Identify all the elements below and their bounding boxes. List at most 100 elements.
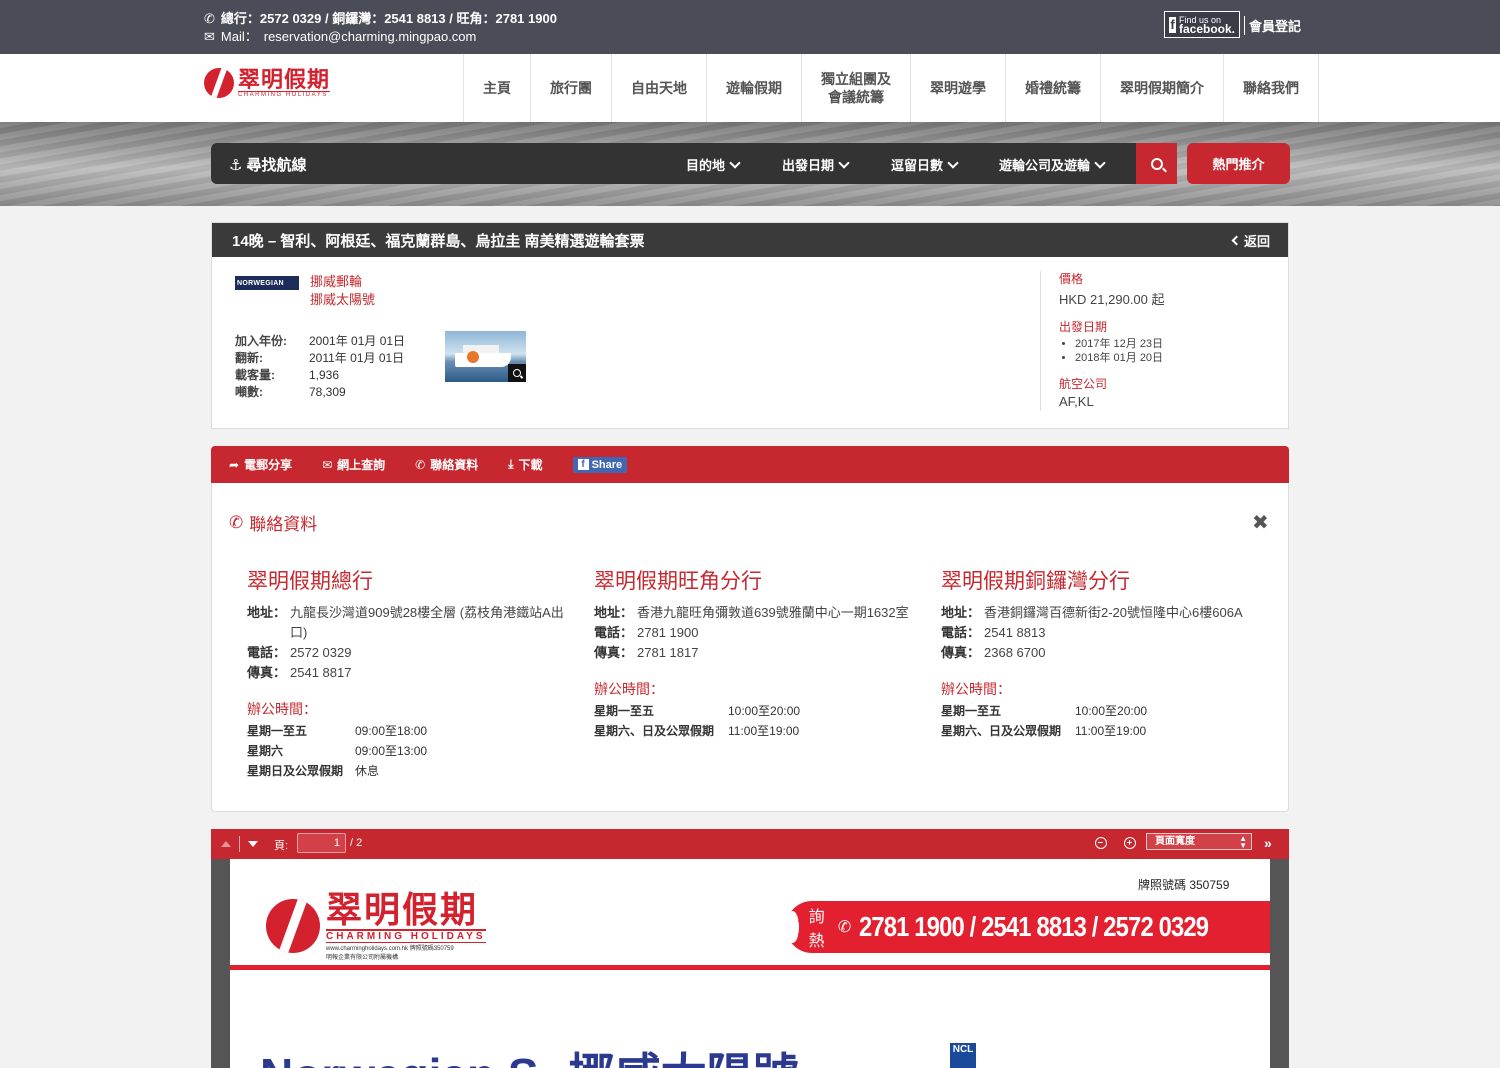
back-button[interactable]: 返回 [1231, 231, 1270, 250]
spec-row: 加入年份: 2001年 01月 01日 [235, 333, 405, 350]
hero-banner: ⚓ 尋找航線 目的地 出發日期 逗留日數 遊輪公司及遊輪 熱門推介 [0, 122, 1500, 206]
spec-key: 加入年份: [235, 334, 287, 348]
facebook-share-button[interactable]: f Share [572, 456, 628, 473]
line-key: 地址： [594, 605, 634, 620]
contact-info-panel: ✆ 聯絡資料 ✖ 翠明假期總行 地址： 九龍長沙灣道909號28樓全層 (荔枝角港… [211, 483, 1289, 812]
branch-line: 傳真： 2541 8817 [247, 663, 567, 683]
mail-link[interactable]: reservation@charming.mingpao.com [264, 28, 477, 46]
line-value: 香港九龍旺角彌敦道639號雅蘭中心一期1632室 [637, 605, 909, 620]
pdf-viewer[interactable]: 翠明假期 CHARMING HOLIDAYS www.charmingholid… [211, 859, 1289, 1068]
line-key: 傳真： [594, 645, 634, 660]
nav-item-free[interactable]: 自由天地 [611, 54, 706, 122]
price-label: 價格 [1059, 272, 1084, 286]
hours-time: 11:00至19:00 [728, 724, 800, 738]
contact-info-button[interactable]: ✆ 聯絡資料 [415, 456, 478, 473]
hours-time: 10:00至20:00 [1075, 704, 1148, 718]
logo-mark-icon [266, 899, 320, 953]
download-label: 下載 [518, 458, 543, 472]
detail-side-info: 價格 HKD 21,290.00 起 出發日期 2017年 12月 23日 20… [1059, 270, 1165, 419]
branch-causeway-bay: 翠明假期銅鑼灣分行 地址： 香港銅鑼灣百德新街2-20號恒隆中心6樓606A 電話… [941, 565, 1261, 741]
nav-item-tours[interactable]: 旅行團 [530, 54, 611, 122]
spec-row: 載客量: 1,936 [235, 367, 405, 384]
spec-value: 78,309 [309, 385, 346, 399]
phone-row: ✆ 總行：2572 0329 / 銅鑼灣：2541 8813 / 旺角：2781… [204, 10, 557, 28]
nav-item-wedding[interactable]: 婚禮統籌 [1005, 54, 1100, 122]
hot-picks-button[interactable]: 熱門推介 [1187, 143, 1290, 184]
nav-item-contact[interactable]: 聯絡我們 [1223, 54, 1319, 122]
online-enquiry-button[interactable]: ✉ 網上查詢 [322, 456, 385, 473]
facebook-icon: f [1169, 16, 1176, 33]
header: 翠明假期 CHARMING HOLIDAYS 主頁 旅行團 自由天地 遊輪假期 … [0, 54, 1500, 122]
ship-thumbnail[interactable] [445, 331, 526, 382]
zoom-select[interactable]: 頁面寬度 ▲ ▼ [1146, 833, 1252, 850]
duration-dropdown[interactable]: 逗留日數 [891, 155, 959, 174]
hours-row: 星期一至五 10:00至20:00 [941, 701, 1261, 721]
spec-key: 噸數: [235, 385, 263, 399]
nav-item-cruise[interactable]: 遊輪假期 [706, 54, 801, 122]
spec-value: 2001年 01月 01日 [309, 334, 406, 348]
line-value: 香港銅鑼灣百德新街2-20號恒隆中心6樓606A [984, 605, 1243, 620]
nav-item-about[interactable]: 翠明假期簡介 [1100, 54, 1223, 122]
destination-label: 目的地 [686, 158, 726, 173]
zoom-out-icon[interactable] [1095, 837, 1107, 849]
hours-day: 星期六 [247, 744, 284, 758]
licence-number: 牌照號碼 350759 [1138, 878, 1230, 892]
line-value: 2781 1900 [637, 625, 699, 640]
departure-date-dropdown[interactable]: 出發日期 [782, 155, 850, 174]
hours-row: 星期六、日及公眾假期 11:00至19:00 [594, 721, 914, 741]
site-logo[interactable]: 翠明假期 CHARMING HOLIDAYS [204, 68, 331, 98]
branch-line: 電話： 2572 0329 [247, 643, 567, 663]
airline-label: 航空公司 [1059, 377, 1108, 391]
hotline-numbers: 2781 1900 / 2541 8813 / 2572 0329 [859, 911, 1209, 942]
cruise-line-link[interactable]: 挪威郵輪 [310, 273, 375, 291]
search-button[interactable] [1136, 143, 1177, 184]
ship-name-link[interactable]: 挪威太陽號 [310, 291, 375, 309]
download-button[interactable]: ⤓ 下載 [508, 456, 542, 473]
line-key: 電話： [941, 625, 981, 640]
price-value: HKD 21,290.00 起 [1059, 292, 1165, 307]
nav-item-study[interactable]: 翠明遊學 [910, 54, 1005, 122]
duration-label: 逗留日數 [891, 158, 944, 173]
departure-dates-list: 2017年 12月 23日 2018年 01月 20日 [1059, 337, 1165, 365]
branch-line: 地址： 香港九龍旺角彌敦道639號雅蘭中心一期1632室 [594, 603, 914, 623]
email-share-label: 電郵分享 [244, 458, 293, 472]
zoom-in-icon[interactable] [1124, 837, 1136, 849]
pdf-headline-zh: 挪威太陽號 [569, 1049, 799, 1068]
list-item: 2018年 01月 20日 [1075, 351, 1165, 365]
search-icon [1150, 157, 1163, 170]
line-value: 九龍長沙灣道909號28樓全層 (荔枝角港鐵站A出口) [290, 605, 564, 640]
chevron-down-icon [1094, 156, 1106, 169]
facebook-big: facebook. [1178, 21, 1235, 36]
destination-dropdown[interactable]: 目的地 [686, 155, 741, 174]
close-icon[interactable]: ✖ [1252, 510, 1269, 535]
spec-key: 載客量: [235, 368, 275, 382]
cruise-line-dropdown[interactable]: 遊輪公司及遊輪 [999, 155, 1106, 174]
line-key: 電話： [594, 625, 634, 640]
pdf-divider [230, 965, 1270, 970]
nav-item-home[interactable]: 主頁 [463, 54, 530, 122]
cruise-line-logo: NORWEGIAN [235, 276, 299, 290]
contact-title-text: 聯絡資料 [249, 515, 318, 534]
logo-en: CHARMING HOLIDAYS [238, 90, 331, 98]
hours-time: 09:00至13:00 [355, 744, 428, 758]
facebook-badge-text: Find us on facebook. [1178, 15, 1235, 36]
facebook-share-label: Share [591, 458, 623, 471]
zoom-icon[interactable] [508, 364, 526, 382]
more-tools-icon[interactable]: » [1264, 835, 1272, 851]
spec-value: 2011年 01月 01日 [309, 351, 405, 365]
facebook-badge[interactable]: f Find us on facebook. [1164, 11, 1240, 38]
hours-time: 10:00至20:00 [728, 704, 801, 718]
branch-line: 電話： 2541 8813 [941, 623, 1261, 643]
email-share-button[interactable]: ➦ 電郵分享 [229, 456, 292, 473]
cruise-line-label: 遊輪公司及遊輪 [999, 158, 1091, 173]
next-page-icon[interactable] [248, 841, 258, 847]
nav-item-groups[interactable]: 獨立組團及 會議統籌 [801, 54, 910, 122]
hotline-banner: 查詢熱線 ✆ 2781 1900 / 2541 8813 / 2572 0329 [786, 885, 1270, 974]
magnifier-icon [513, 369, 521, 377]
page-number-input[interactable] [297, 833, 346, 853]
line-key: 地址： [941, 605, 981, 620]
previous-page-icon[interactable] [221, 841, 231, 847]
hours-day: 星期六、日及公眾假期 [594, 724, 715, 738]
member-register-link[interactable]: 會員登記 [1244, 16, 1301, 35]
main-nav: 主頁 旅行團 自由天地 遊輪假期 獨立組團及 會議統籌 翠明遊學 婚禮統籌 翠明… [463, 54, 1319, 122]
